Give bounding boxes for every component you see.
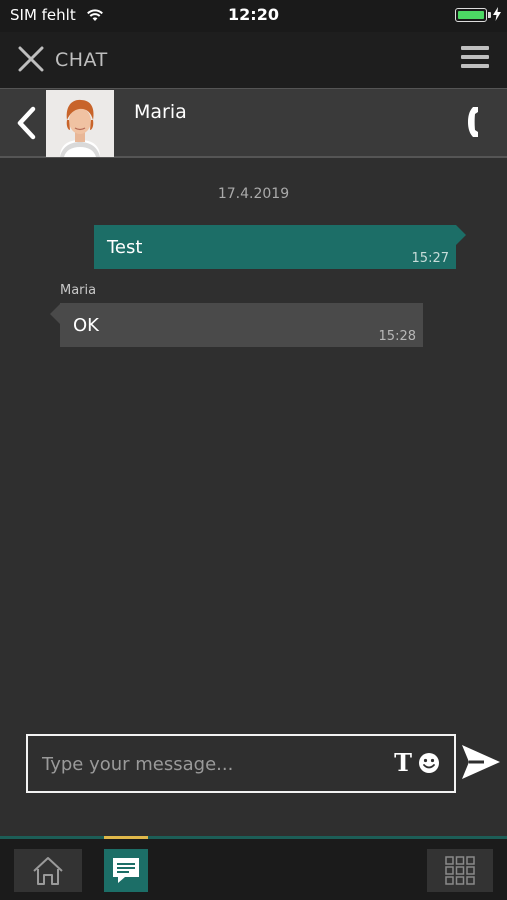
message-text: OK [73, 315, 99, 336]
message-input[interactable] [42, 750, 382, 778]
message-incoming[interactable]: OK 15:28 [50, 303, 423, 347]
close-icon[interactable] [16, 46, 46, 74]
date-separator: 17.4.2019 [217, 186, 290, 202]
message-outgoing[interactable]: Test 15:27 [94, 225, 466, 269]
menu-icon[interactable] [461, 46, 489, 72]
send-icon[interactable] [460, 742, 502, 782]
compose-box: T [26, 734, 456, 793]
bottom-nav [0, 836, 507, 900]
emoji-icon[interactable] [418, 752, 440, 774]
chat-icon [113, 858, 139, 883]
bubble-tail [456, 225, 466, 245]
message-sender: Maria [60, 283, 97, 298]
nav-apps-button[interactable] [427, 849, 493, 892]
nav-home-button[interactable] [14, 849, 82, 892]
status-bar: SIM fehlt 12:20 [0, 0, 507, 32]
message-time: 15:28 [378, 329, 416, 344]
top-bar: CHAT [0, 32, 507, 88]
back-icon[interactable] [14, 105, 40, 141]
message-time: 15:27 [411, 251, 449, 266]
text-format-button[interactable]: T [394, 748, 412, 777]
message-text: Test [107, 237, 143, 258]
grid-icon [445, 856, 475, 885]
battery-icon [455, 8, 487, 22]
contact-name: Maria [134, 101, 187, 123]
avatar[interactable] [46, 90, 114, 157]
clock: 12:20 [228, 5, 279, 24]
battery-cap [488, 12, 491, 18]
home-icon [33, 857, 63, 885]
active-tab-indicator [104, 836, 148, 839]
nav-chat-button[interactable] [104, 849, 148, 892]
bubble-tail [50, 304, 60, 324]
page-title: CHAT [55, 49, 108, 71]
contact-header: Maria [0, 88, 507, 158]
charging-icon [493, 7, 501, 21]
phone-icon[interactable] [467, 105, 489, 139]
